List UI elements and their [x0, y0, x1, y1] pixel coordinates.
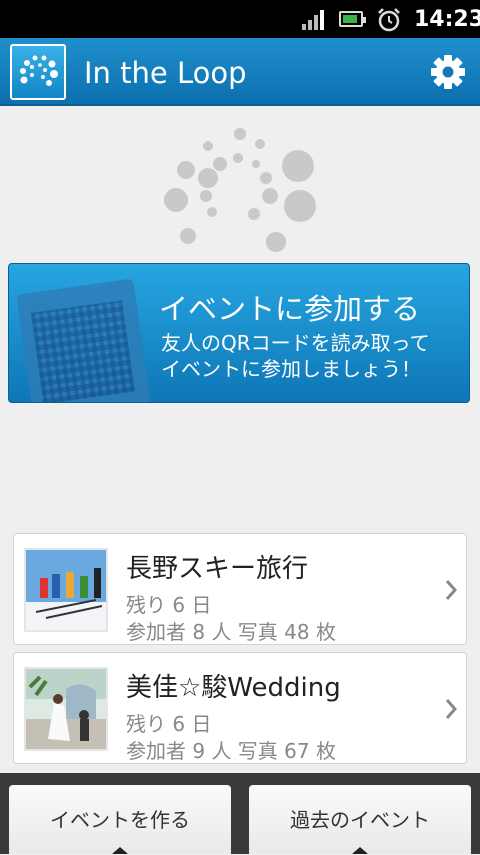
join-event-title: イベントに参加する — [159, 292, 421, 326]
event-stats: 参加者 9 人 写真 67 枚 — [126, 739, 336, 763]
signal-icon — [302, 10, 326, 30]
event-name: 美佳☆駿Wedding — [126, 673, 341, 703]
event-remaining: 残り 6 日 — [126, 712, 212, 736]
gear-icon[interactable] — [430, 54, 466, 90]
event-stats: 参加者 8 人 写真 48 枚 — [126, 620, 336, 644]
event-name: 長野スキー旅行 — [126, 554, 309, 584]
past-events-button[interactable]: 過去のイベント — [249, 785, 471, 854]
alarm-clock-icon — [378, 8, 400, 32]
expand-up-icon — [112, 847, 128, 854]
event-thumbnail — [24, 548, 108, 632]
event-remaining: 残り 6 日 — [126, 593, 212, 617]
event-card-nagano[interactable]: 長野スキー旅行 残り 6 日 参加者 8 人 写真 48 枚 — [13, 533, 467, 645]
past-events-label: 過去のイベント — [290, 808, 430, 832]
event-thumbnail — [24, 667, 108, 751]
expand-up-icon — [352, 847, 368, 854]
create-event-button[interactable]: イベントを作る — [9, 785, 231, 854]
chevron-right-icon — [445, 699, 458, 719]
qr-code-icon — [16, 278, 152, 402]
status-bar: 14:23 — [0, 0, 480, 38]
chevron-right-icon — [445, 580, 458, 600]
app-title: In the Loop — [84, 56, 247, 90]
app-logo-icon[interactable] — [10, 44, 66, 100]
join-event-description: 友人のQRコードを読み取って イベントに参加しましょう！ — [161, 331, 430, 381]
status-time: 14:23 — [414, 7, 480, 32]
action-bar: In the Loop — [0, 38, 480, 106]
join-event-button[interactable]: イベントに参加する 友人のQRコードを読み取って イベントに参加しましょう！ — [8, 263, 470, 403]
event-card-wedding[interactable]: 美佳☆駿Wedding 残り 6 日 参加者 9 人 写真 67 枚 — [13, 652, 467, 764]
bottom-bar: イベントを作る 過去のイベント — [0, 773, 480, 854]
battery-icon — [339, 11, 366, 27]
loop-logo-icon — [164, 128, 316, 252]
create-event-label: イベントを作る — [50, 808, 190, 832]
